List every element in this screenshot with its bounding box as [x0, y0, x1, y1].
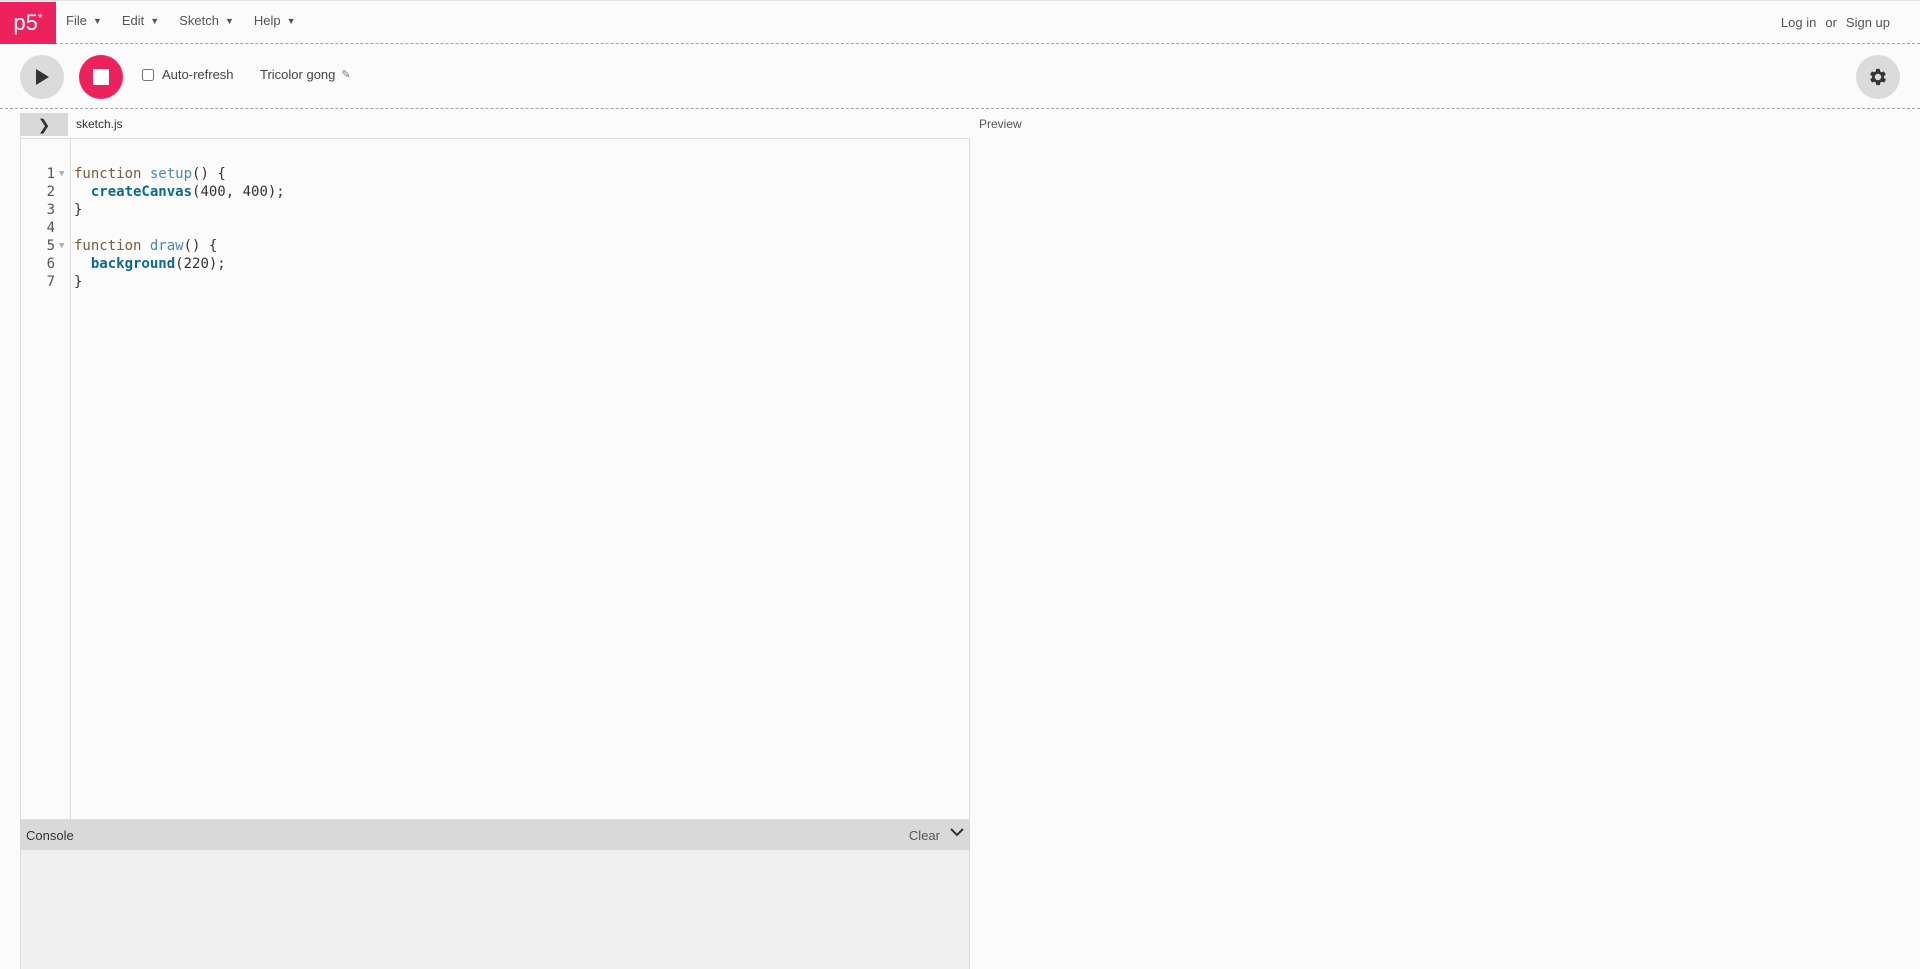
project-name[interactable]: Tricolor gong ✎ — [260, 67, 351, 82]
menu-help[interactable]: Help ▼ — [254, 13, 296, 28]
code-text: background(220); — [90, 256, 226, 272]
stop-button[interactable] — [79, 55, 123, 99]
login-link[interactable]: Log in — [1781, 15, 1816, 30]
code-text: function setup() { — [74, 166, 226, 182]
top-nav: p5 * File ▼ Edit ▼ Sketch ▼ Help ▼ Log in or … — [0, 0, 1920, 44]
menu-file[interactable]: File ▼ — [66, 13, 102, 28]
console-header: Console Clear — [20, 820, 970, 850]
toolbar: Auto-refresh Tricolor gong ✎ — [0, 45, 1920, 109]
autorefresh-toggle[interactable]: Auto-refresh — [142, 67, 234, 82]
code-line: 6 background(220); — [21, 255, 285, 273]
line-number: 3 — [46, 202, 55, 218]
line-number: 1 — [46, 166, 55, 182]
p5-logo[interactable]: p5 * — [0, 2, 56, 44]
line-number: 7 — [46, 274, 55, 290]
code-lines: 1 ▼ function setup() {2 createCanvas(400, … — [21, 165, 285, 291]
line-number: 6 — [46, 256, 55, 272]
console-title: Console — [26, 828, 74, 843]
play-icon — [36, 69, 49, 85]
auth-links: Log in or Sign up — [1781, 15, 1890, 30]
preview-label: Preview — [979, 117, 1022, 131]
code-line: 7} — [21, 273, 285, 291]
menu-sketch[interactable]: Sketch ▼ — [179, 13, 234, 28]
code-line: 2 createCanvas(400, 400); — [21, 183, 285, 201]
fold-icon[interactable]: ▼ — [57, 165, 71, 183]
autorefresh-checkbox[interactable] — [142, 68, 154, 81]
signup-link[interactable]: Sign up — [1846, 15, 1890, 30]
or-text: or — [1825, 15, 1837, 30]
sidebar-toggle[interactable]: ❯ — [20, 113, 68, 136]
code-line: 1 ▼ function setup() { — [21, 165, 285, 183]
pencil-icon[interactable]: ✎ — [341, 68, 350, 81]
caret-down-icon: ▼ — [224, 15, 234, 26]
code-line: 3} — [21, 201, 285, 219]
editor-tabbar: ❯ sketch.js — [20, 113, 970, 136]
code-text: } — [74, 202, 83, 218]
chevron-down-icon[interactable] — [950, 825, 964, 842]
play-button[interactable] — [20, 55, 64, 99]
code-line: 4 — [21, 219, 285, 237]
clear-console-button[interactable]: Clear — [909, 828, 940, 843]
caret-down-icon: ▼ — [286, 15, 296, 26]
code-editor[interactable]: 1 ▼ function setup() {2 createCanvas(400, … — [20, 138, 970, 820]
console-output — [20, 850, 970, 969]
stop-icon — [93, 69, 109, 85]
gear-icon — [1870, 68, 1886, 86]
code-text: createCanvas(400, 400); — [90, 184, 285, 200]
settings-button[interactable] — [1856, 55, 1900, 99]
fold-icon[interactable]: ▼ — [57, 237, 71, 255]
menu-edit[interactable]: Edit ▼ — [122, 13, 159, 28]
line-number: 2 — [46, 184, 55, 200]
line-number: 5 — [46, 238, 55, 254]
code-text: } — [74, 274, 83, 290]
code-text: function draw() { — [74, 238, 218, 254]
caret-down-icon: ▼ — [150, 15, 160, 26]
file-tab[interactable]: sketch.js — [76, 117, 123, 131]
menu-bar: File ▼ Edit ▼ Sketch ▼ Help ▼ — [66, 13, 296, 28]
chevron-right-icon: ❯ — [37, 116, 51, 134]
code-line: 5 ▼ function draw() { — [21, 237, 285, 255]
line-number: 4 — [46, 220, 55, 236]
caret-down-icon: ▼ — [92, 15, 102, 26]
